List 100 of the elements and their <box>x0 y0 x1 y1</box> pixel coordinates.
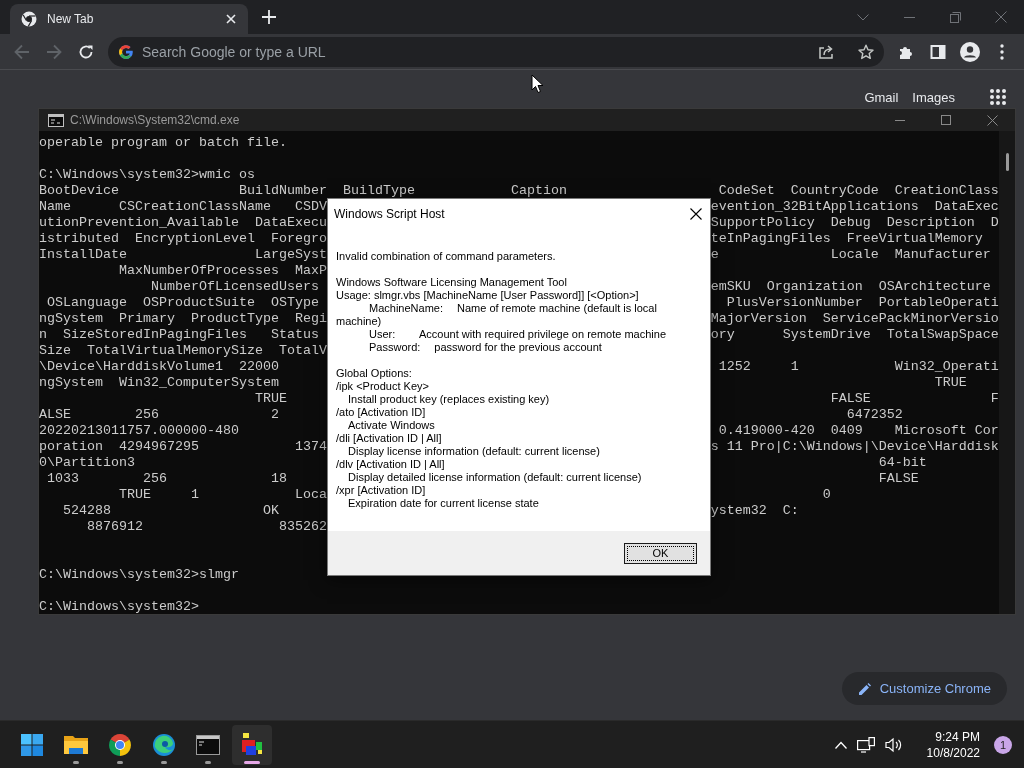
console-text: istributed EncryptionLevel Foregro <box>39 231 327 247</box>
caret-up-icon[interactable] <box>834 740 847 749</box>
message-text: Install product key (replaces existing key) <box>348 393 550 406</box>
minimize-icon[interactable] <box>895 119 905 121</box>
message-text: machine) <box>336 315 382 328</box>
message-text: /dlv [Activation ID | All] <box>336 458 445 471</box>
console-text: PlusVersionNumber PortableOperati <box>725 295 999 311</box>
chrome-logo-icon <box>109 733 131 756</box>
console-text: CodeSet CountryCode CreationClass <box>717 183 999 199</box>
address-bar[interactable]: Search Google or type a URL <box>108 36 884 67</box>
console-text: utionPrevention_Available DataExecu <box>39 215 327 231</box>
console-text: poration 4294967295 1374 <box>39 439 327 455</box>
new-tab-icon[interactable] <box>262 10 276 24</box>
console-text: ALSE 256 2 <box>39 407 279 423</box>
close-tab-icon[interactable] <box>226 14 236 24</box>
clock-time: 9:24 PM <box>935 728 980 745</box>
console-text: TRUE <box>933 375 967 391</box>
parameter-label: Password: <box>369 341 422 354</box>
ok-button[interactable]: OK <box>624 542 697 564</box>
taskbar-app-button[interactable] <box>232 724 272 765</box>
console-text: InstallDate LargeSyst <box>39 247 327 263</box>
header-link[interactable]: Images <box>912 89 955 105</box>
console-text: teInPagingFiles FreeVirtualMemory <box>710 231 983 247</box>
message-text: Usage: slmgr.vbs [MachineName [User Password]] [<Option>] <box>336 289 639 302</box>
console-text: 8876912 835262 <box>86 519 327 535</box>
clock-date: 10/8/2022 <box>926 744 980 761</box>
message-text: Name of remote machine (default is local <box>457 302 657 315</box>
message-text: Expiration date for current license state <box>348 497 539 510</box>
close-icon[interactable] <box>690 207 702 220</box>
message-text: Invalid combination of command parameters. <box>336 250 556 263</box>
terminal-icon <box>196 734 220 755</box>
console-text: e Locale Manufacturer <box>710 247 991 263</box>
side-panel-icon[interactable] <box>930 43 946 60</box>
console-text: Name CSCreationClassName CSDV <box>39 199 327 215</box>
message-text: password for the previous account <box>434 341 602 354</box>
console-text: 524288 OK <box>62 503 279 519</box>
customize-chrome-button[interactable]: Customize Chrome <box>841 672 1007 705</box>
console-text: C:\Windows\system32>slmgr <box>39 567 239 583</box>
profile-avatar-icon[interactable] <box>960 41 980 62</box>
folder-icon <box>64 733 88 756</box>
console-text: TRUE <box>253 391 287 407</box>
console-text: FALSE F <box>829 391 999 407</box>
console-icon <box>48 113 64 127</box>
console-text: ngSystem Primary ProductType Regi <box>39 311 327 327</box>
console-text: 1252 1 Win32_Operati <box>717 359 999 375</box>
console-text: s 11 Pro|C:\Windows|\Device\Harddisk <box>710 439 999 455</box>
message-text: /ato [Activation ID] <box>336 406 426 419</box>
console-text: FALSE <box>877 471 919 487</box>
share-icon[interactable] <box>818 43 834 60</box>
notification-badge[interactable]: 1 <box>994 735 1012 754</box>
network-icon[interactable] <box>856 736 875 753</box>
console-text: operable program or batch file. <box>39 135 287 151</box>
console-text: BootDevice BuildNumber BuildType Caption <box>39 183 567 199</box>
minimize-icon[interactable] <box>903 16 915 18</box>
console-text: C:\Windows\system32> <box>39 599 199 614</box>
console-text: 20220213011757.000000-480 <box>39 423 239 439</box>
console-text: evention_32BitApplications DataExec <box>710 199 999 215</box>
volume-icon[interactable] <box>884 736 903 753</box>
message-text: Activate Windows <box>348 419 435 432</box>
console-text: SupportPolicy Debug Description D <box>710 215 999 231</box>
message-text: /ipk <Product Key> <box>336 380 429 393</box>
console-text: 1033 256 18 <box>46 471 287 487</box>
console-text: 64-bit <box>877 455 927 471</box>
script-host-icon <box>240 732 264 757</box>
g-logo-icon <box>118 43 134 60</box>
pencil-icon <box>857 681 872 696</box>
header-link[interactable]: Gmail <box>864 89 899 105</box>
maximize-icon[interactable] <box>941 115 951 125</box>
chevron-down-icon[interactable] <box>857 13 869 21</box>
window-title: C:\Windows\System32\cmd.exe <box>70 113 241 127</box>
console-text: 0 <box>821 487 831 503</box>
console-text: MajorVersion ServicePackMinorVersio <box>710 311 999 327</box>
scrollbar-thumb[interactable] <box>1005 153 1009 171</box>
console-text: ory SystemDrive TotalSwapSpace <box>710 327 999 343</box>
message-text: /dli [Activation ID | All] <box>336 432 442 445</box>
star-icon[interactable] <box>858 43 874 60</box>
edge-logo-icon <box>153 733 175 756</box>
console-text: 0\Partition3 <box>39 455 135 471</box>
message-text: /xpr [Activation ID] <box>336 484 426 497</box>
console-text: 6472352 <box>845 407 903 423</box>
console-text: emSKU Organization OSArchitecture <box>710 279 991 295</box>
apps-grid-icon[interactable] <box>989 88 1007 106</box>
console-text: 0.419000-420 0409 Microsoft Cor <box>717 423 999 439</box>
console-text: C:\Windows\system32>wmic os <box>39 167 255 183</box>
console-text: NumberOfLicensedUsers <box>149 279 319 295</box>
parameter-label: User: <box>369 328 397 341</box>
console-text: Size TotalVirtualMemorySize TotalV <box>39 343 327 359</box>
message-text: Global Options: <box>336 367 412 380</box>
restore-icon[interactable] <box>949 11 961 23</box>
console-text: \Device\HarddiskVolume1 22000 <box>39 359 279 375</box>
console-text: OSLanguage OSProductSuite OSType <box>46 295 319 311</box>
console-text: ystem32 C: <box>710 503 799 519</box>
windows-logo-icon <box>21 733 43 756</box>
mouse-cursor-icon <box>531 74 544 94</box>
browser-tab[interactable]: New Tab <box>10 4 248 34</box>
reload-icon[interactable] <box>78 43 94 60</box>
message-text: Account with required privilege on remote machine <box>419 328 667 341</box>
console-text: MaxNumberOfProcesses MaxP <box>117 263 327 279</box>
more-menu-icon[interactable] <box>1000 43 1004 60</box>
console-text: TRUE 1 Loca <box>117 487 327 503</box>
